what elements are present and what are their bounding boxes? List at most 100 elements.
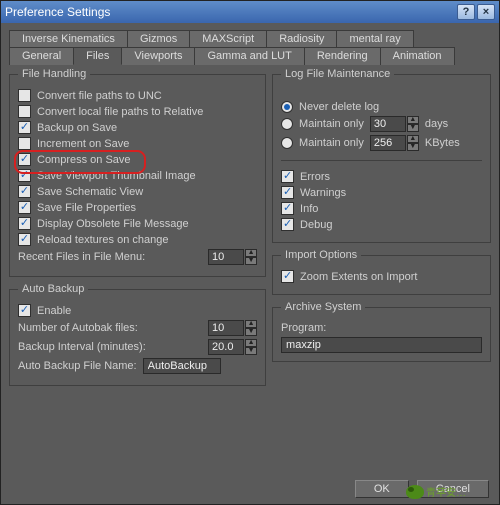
maintain-kb-label: Maintain only (299, 137, 364, 149)
flag-label: Errors (300, 171, 330, 183)
option-convert-local-file-paths-to-relative: Convert local file paths to Relative (18, 105, 257, 118)
num-autobak-spinner[interactable]: ▲▼ (208, 320, 257, 336)
option-label: Compress on Save (37, 154, 131, 166)
tab-general[interactable]: General (9, 47, 74, 65)
preference-window: Preference Settings ? × Inverse Kinemati… (0, 0, 500, 505)
zoom-extents-checkbox[interactable] (281, 270, 294, 283)
option-display-obsolete-file-message: Display Obsolete File Message (18, 217, 257, 230)
flag-info: Info (281, 202, 482, 215)
tab-files[interactable]: Files (73, 47, 122, 65)
spin-down-icon[interactable]: ▼ (407, 124, 419, 132)
tab-rendering[interactable]: Rendering (304, 47, 381, 65)
num-autobak-input[interactable] (208, 320, 244, 336)
tab-mental-ray[interactable]: mental ray (336, 30, 413, 47)
days-input[interactable] (370, 116, 406, 132)
auto-backup-legend: Auto Backup (18, 283, 88, 295)
maintain-kb-radio[interactable] (281, 137, 293, 149)
days-unit: days (425, 118, 448, 130)
spin-up-icon[interactable]: ▲ (407, 135, 419, 143)
window-title: Preference Settings (5, 5, 110, 19)
maintain-days-label: Maintain only (299, 118, 364, 130)
days-spinner[interactable]: ▲▼ (370, 116, 419, 132)
option-save-schematic-view: Save Schematic View (18, 185, 257, 198)
spin-down-icon[interactable]: ▼ (245, 347, 257, 355)
spin-up-icon[interactable]: ▲ (245, 339, 257, 347)
recent-files-input[interactable] (208, 249, 244, 265)
tab-gizmos[interactable]: Gizmos (127, 30, 190, 47)
backup-name-input[interactable] (143, 358, 221, 374)
tab-animation[interactable]: Animation (380, 47, 455, 65)
auto-backup-group: Auto Backup Enable Number of Autobak fil… (9, 283, 266, 386)
close-button[interactable]: × (477, 4, 495, 20)
flag-label: Debug (300, 219, 332, 231)
program-input[interactable] (281, 337, 482, 353)
import-options-group: Import Options Zoom Extents on Import (272, 249, 491, 295)
file-handling-group: File Handling Convert file paths to UNCC… (9, 68, 266, 277)
zoom-extents-label: Zoom Extents on Import (300, 271, 417, 283)
checkbox[interactable] (18, 201, 31, 214)
checkbox[interactable] (18, 153, 31, 166)
never-delete-label: Never delete log (299, 101, 379, 113)
tab-radiosity[interactable]: Radiosity (266, 30, 337, 47)
program-label: Program: (281, 322, 326, 334)
option-convert-file-paths-to-unc: Convert file paths to UNC (18, 89, 257, 102)
option-increment-on-save: Increment on Save (18, 137, 257, 150)
interval-input[interactable] (208, 339, 244, 355)
spin-up-icon[interactable]: ▲ (245, 249, 257, 257)
checkbox[interactable] (281, 218, 294, 231)
flag-debug: Debug (281, 218, 482, 231)
spin-down-icon[interactable]: ▼ (245, 328, 257, 336)
spin-down-icon[interactable]: ▼ (407, 143, 419, 151)
option-label: Save File Properties (37, 202, 136, 214)
checkbox[interactable] (281, 202, 294, 215)
log-maintenance-group: Log File Maintenance Never delete log Ma… (272, 68, 491, 243)
checkbox[interactable] (18, 185, 31, 198)
tab-gamma-and-lut[interactable]: Gamma and LUT (194, 47, 304, 65)
checkbox[interactable] (281, 170, 294, 183)
option-label: Convert file paths to UNC (37, 90, 162, 102)
titlebar[interactable]: Preference Settings ? × (1, 1, 499, 23)
backup-name-label: Auto Backup File Name: (18, 360, 137, 372)
recent-files-spinner[interactable]: ▲▼ (208, 249, 257, 265)
help-button[interactable]: ? (457, 4, 475, 20)
archive-system-group: Archive System Program: (272, 301, 491, 362)
import-options-legend: Import Options (281, 249, 361, 261)
option-backup-on-save: Backup on Save (18, 121, 257, 134)
kb-unit: KBytes (425, 137, 460, 149)
kb-input[interactable] (370, 135, 406, 151)
enable-checkbox[interactable] (18, 304, 31, 317)
flag-warnings: Warnings (281, 186, 482, 199)
spin-up-icon[interactable]: ▲ (407, 116, 419, 124)
ok-button[interactable]: OK (355, 480, 409, 498)
kb-spinner[interactable]: ▲▼ (370, 135, 419, 151)
never-delete-radio[interactable] (281, 101, 293, 113)
tab-inverse-kinematics[interactable]: Inverse Kinematics (9, 30, 128, 47)
checkbox[interactable] (18, 217, 31, 230)
checkbox[interactable] (281, 186, 294, 199)
tab-viewports[interactable]: Viewports (121, 47, 195, 65)
maintain-days-radio[interactable] (281, 118, 293, 130)
spin-up-icon[interactable]: ▲ (245, 320, 257, 328)
option-label: Save Schematic View (37, 186, 143, 198)
option-compress-on-save: Compress on Save (18, 153, 257, 166)
log-maintenance-legend: Log File Maintenance (281, 68, 394, 80)
checkbox[interactable] (18, 89, 31, 102)
checkbox[interactable] (18, 105, 31, 118)
enable-label: Enable (37, 305, 71, 317)
option-label: Backup on Save (37, 122, 117, 134)
option-label: Reload textures on change (37, 234, 168, 246)
option-reload-textures-on-change: Reload textures on change (18, 233, 257, 246)
watermark: 青苹安… (406, 484, 466, 499)
checkbox[interactable] (18, 137, 31, 150)
checkbox[interactable] (18, 121, 31, 134)
option-label: Convert local file paths to Relative (37, 106, 203, 118)
tab-maxscript[interactable]: MAXScript (189, 30, 267, 47)
flag-errors: Errors (281, 170, 482, 183)
checkbox[interactable] (18, 233, 31, 246)
spin-down-icon[interactable]: ▼ (245, 257, 257, 265)
flag-label: Info (300, 203, 318, 215)
tabs: Inverse KinematicsGizmosMAXScriptRadiosi… (1, 23, 499, 64)
bug-icon (406, 485, 424, 499)
interval-spinner[interactable]: ▲▼ (208, 339, 257, 355)
option-label: Increment on Save (37, 138, 129, 150)
